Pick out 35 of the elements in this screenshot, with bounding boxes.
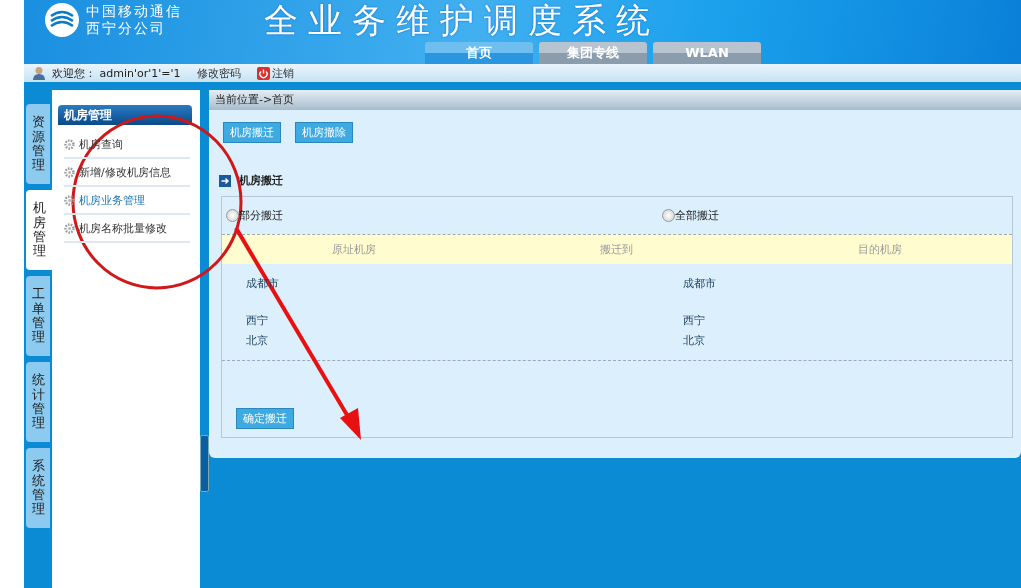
column-header: 目的机房: [857, 242, 904, 257]
side-tab[interactable]: 系统管理: [26, 448, 50, 528]
power-icon: [256, 66, 270, 80]
logo-icon: [44, 2, 80, 38]
system-title: 全业务维护调度系统: [263, 0, 660, 40]
side-tab[interactable]: 工单管理: [26, 276, 50, 356]
change-password-link[interactable]: 修改密码: [196, 65, 241, 81]
table-cell-text: 西宁: [246, 312, 269, 328]
breadcrumb: 当前位置->首页: [209, 90, 1021, 110]
org-name: 中国移动通信: [86, 3, 182, 20]
gear-icon: [64, 222, 75, 234]
gear-icon: [64, 194, 75, 206]
user-icon: [32, 66, 46, 80]
menu-item[interactable]: 机房业务管理: [64, 187, 190, 215]
gear-icon: [64, 138, 75, 150]
org-name: 西宁分公司: [86, 20, 167, 37]
table-cell-text: 西宁: [683, 312, 706, 328]
section-title: 机房搬迁: [239, 173, 283, 188]
table-cell-text: 成都市: [683, 275, 717, 291]
table-cell-text: 北京: [683, 332, 706, 348]
welcome-text: 欢迎您： admin'or'1'='1: [52, 65, 181, 81]
column-header: 搬迁到: [599, 242, 635, 257]
menu-title: 机房管理: [58, 105, 192, 125]
arrow-icon: [219, 174, 231, 187]
side-tab[interactable]: 机房管理: [26, 190, 52, 270]
logout-link[interactable]: 注销: [256, 65, 294, 81]
table-cell-text: 北京: [246, 332, 269, 348]
collapse-handle[interactable]: [200, 435, 209, 492]
column-header: 原址机房: [330, 242, 377, 257]
gear-icon: [64, 166, 75, 178]
side-tab[interactable]: 资源管理: [26, 104, 50, 184]
menu-item[interactable]: 新增/修改机房信息: [64, 159, 190, 187]
side-tab[interactable]: 统计管理: [26, 362, 50, 442]
menu-item[interactable]: 机房名称批量修改: [64, 215, 190, 243]
radio-option[interactable]: 全部搬迁: [662, 208, 1012, 223]
